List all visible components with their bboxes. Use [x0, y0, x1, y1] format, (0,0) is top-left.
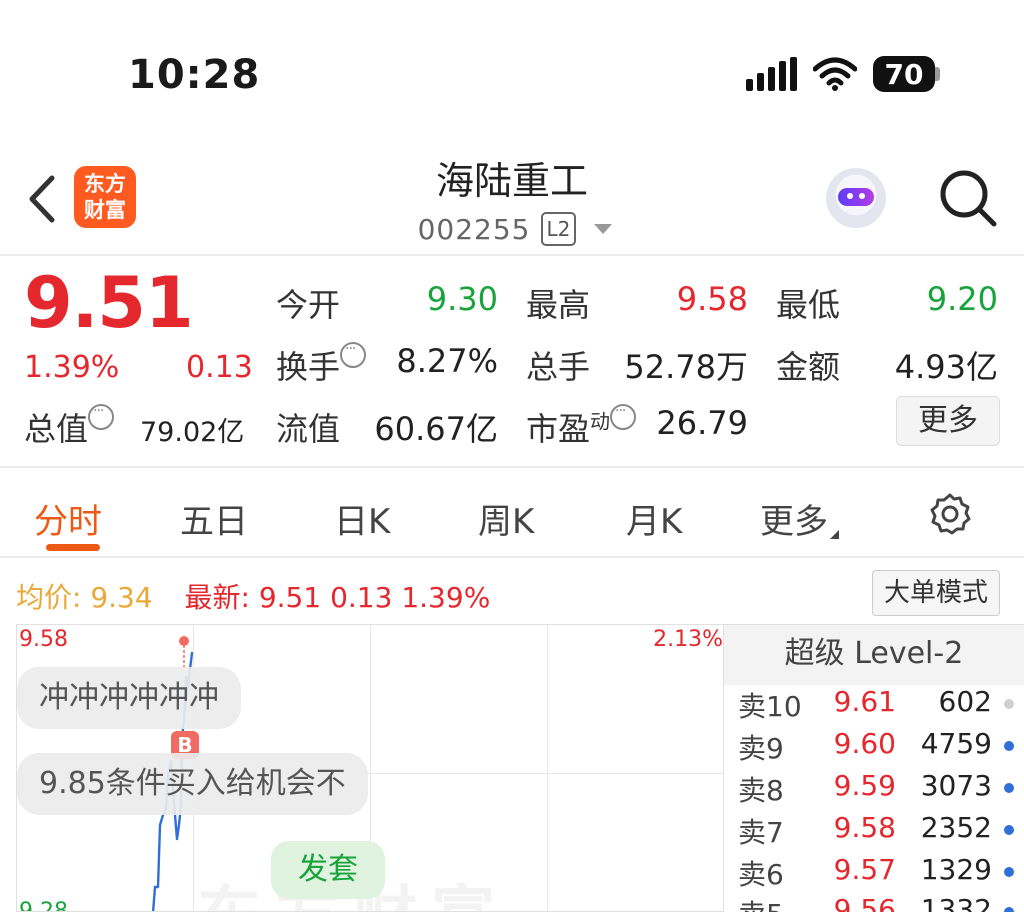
high-point-marker — [179, 636, 189, 646]
open-value: 9.30 — [426, 280, 498, 318]
tab-weekly-k[interactable]: 周K — [478, 494, 534, 543]
latest-price: 9.51 — [258, 581, 322, 614]
total-value: 79.02亿 — [140, 417, 245, 448]
level2-title: 超级 Level-2 — [724, 625, 1024, 685]
divider — [0, 254, 1024, 256]
level2-order-book[interactable]: 超级 Level-2 卖10 9.61 602 卖9 9.60 4759 卖8 … — [724, 624, 1024, 912]
tab-more[interactable]: 更多 — [760, 494, 839, 543]
change-percent: 1.39% — [24, 350, 120, 385]
big-order-mode-button[interactable]: 大单模式 — [872, 570, 1000, 616]
high-value: 9.58 — [676, 280, 748, 318]
robot-assistant-avatar[interactable] — [826, 168, 886, 228]
latest-label: 最新: — [184, 581, 250, 614]
info-more-icon[interactable] — [340, 341, 367, 368]
order-dot-icon — [1004, 699, 1014, 709]
avg-price-label: 均价: — [16, 581, 82, 614]
status-time: 10:28 — [128, 52, 261, 98]
wifi-icon — [813, 57, 857, 91]
avg-price-value: 9.34 — [90, 581, 153, 614]
status-indicators: 70 — [746, 56, 940, 92]
float-value: 60.67亿 — [374, 410, 498, 448]
change-amount: 0.13 — [186, 350, 253, 385]
ask-row[interactable]: 卖10 9.61 602 — [724, 685, 1024, 727]
order-dot-icon — [1004, 867, 1014, 877]
ask-row[interactable]: 卖7 9.58 2352 — [724, 811, 1024, 853]
battery-level: 70 — [873, 56, 935, 92]
battery-icon: 70 — [873, 56, 940, 92]
latest-change: 0.13 — [330, 581, 393, 614]
ask-row[interactable]: 卖5 9.56 1332 — [724, 893, 1024, 912]
tab-daily-k[interactable]: 日K — [334, 494, 390, 543]
divider — [0, 466, 1024, 468]
tab-intraday[interactable]: 分时 — [34, 494, 102, 543]
more-button[interactable]: 更多 — [896, 396, 1000, 446]
stock-code: 002255 — [417, 212, 531, 246]
intraday-chart[interactable]: 东方财富 9.58 2.13% 9.28 冲冲冲冲冲冲 B 9.85条件买入给机… — [16, 624, 724, 912]
tab-five-day[interactable]: 五日 — [180, 494, 248, 543]
pe-value: 26.79 — [656, 404, 748, 442]
chart-tag[interactable]: 发套 — [271, 841, 385, 899]
caret-icon — [830, 530, 839, 539]
low-value: 9.20 — [926, 280, 998, 318]
tab-monthly-k[interactable]: 月K — [626, 494, 682, 543]
active-tab-indicator — [46, 544, 100, 551]
latest-percent: 1.39% — [401, 581, 491, 614]
danmaku-comment[interactable]: 冲冲冲冲冲冲 — [17, 667, 241, 729]
current-price: 9.51 — [24, 262, 194, 344]
order-dot-icon — [1004, 783, 1014, 793]
gear-icon[interactable] — [928, 492, 972, 536]
chevron-down-icon[interactable] — [594, 224, 613, 234]
low-label: 最低 — [776, 286, 841, 324]
ask-row[interactable]: 卖6 9.57 1329 — [724, 853, 1024, 895]
ask-row[interactable]: 卖8 9.59 3073 — [724, 769, 1024, 811]
danmaku-comment[interactable]: 9.85条件买入给机会不 — [17, 753, 368, 815]
ask-row[interactable]: 卖9 9.60 4759 — [724, 727, 1024, 769]
order-dot-icon — [1004, 741, 1014, 751]
order-dot-icon — [1004, 907, 1014, 912]
divider — [0, 556, 1024, 558]
level-badge: L2 — [540, 212, 577, 246]
volume-label: 总手 — [526, 348, 591, 386]
pe-label[interactable]: 市盈动 — [526, 403, 637, 450]
amount-label: 金额 — [776, 348, 841, 386]
turnover-label[interactable]: 换手 — [276, 341, 367, 388]
info-more-icon[interactable] — [88, 403, 115, 430]
pe-superscript: 动 — [590, 409, 611, 434]
total-value-label[interactable]: 总值 — [24, 403, 115, 450]
volume-value: 52.78万 — [624, 348, 748, 386]
info-more-icon[interactable] — [610, 403, 637, 430]
chart-info-line: 均价: 9.34 最新: 9.51 0.13 1.39% — [16, 576, 490, 616]
cellular-signal-icon — [746, 57, 797, 91]
amount-value: 4.93亿 — [894, 348, 998, 386]
high-label: 最高 — [526, 286, 591, 324]
order-dot-icon — [1004, 825, 1014, 835]
turnover-value: 8.27% — [396, 342, 498, 380]
search-icon[interactable] — [938, 168, 998, 228]
float-label: 流值 — [276, 410, 341, 448]
open-label: 今开 — [276, 286, 341, 324]
